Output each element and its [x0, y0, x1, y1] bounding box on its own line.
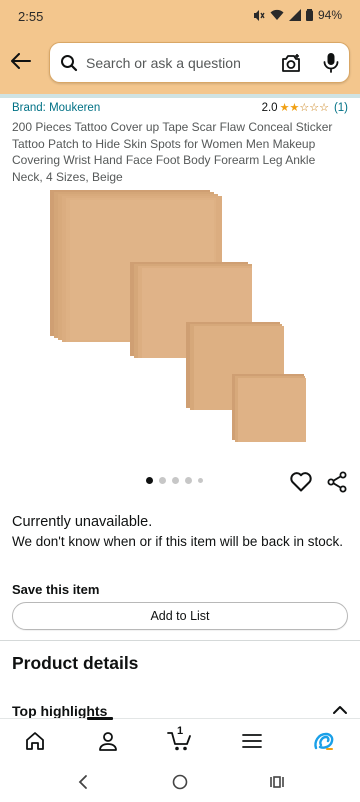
system-recents-icon	[270, 776, 284, 788]
add-to-list-button[interactable]: Add to List	[12, 602, 348, 630]
carousel-dot[interactable]	[172, 477, 179, 484]
nav-active-indicator	[87, 717, 113, 720]
status-icons: 94%	[252, 8, 342, 22]
search-input[interactable]: Search or ask a question	[86, 55, 241, 71]
heart-icon[interactable]	[289, 470, 313, 494]
home-icon	[26, 732, 44, 750]
nav-rufus[interactable]	[310, 727, 338, 755]
product-image[interactable]	[46, 186, 314, 448]
back-button[interactable]	[6, 46, 36, 76]
nav-account[interactable]	[94, 727, 122, 755]
star-icon: ★	[289, 101, 300, 114]
mute-icon	[253, 9, 265, 21]
search-icon	[61, 55, 78, 72]
bottom-navigation: 1	[0, 717, 360, 764]
status-time: 2:55	[18, 9, 44, 24]
system-navigation-bar	[0, 764, 360, 802]
camera-search-icon[interactable]	[280, 52, 302, 74]
rating-stars: ★ ★ ☆ ☆ ☆	[279, 101, 329, 114]
product-details-heading: Product details	[12, 653, 139, 673]
search-bar[interactable]: Search or ask a question	[49, 42, 350, 83]
back-arrow-icon	[11, 53, 31, 69]
battery-level: 94%	[317, 8, 342, 22]
wifi-icon	[270, 9, 284, 20]
nav-cart[interactable]: 1	[166, 725, 194, 755]
rufus-icon	[314, 732, 334, 750]
brand-link[interactable]: Brand: Moukeren	[12, 102, 100, 114]
carousel-dot[interactable]	[159, 477, 166, 484]
rating-value: 2.0	[261, 102, 278, 114]
signal-icon	[288, 9, 301, 21]
star-empty-icon: ☆	[319, 101, 329, 114]
share-icon[interactable]	[325, 470, 349, 494]
system-home-button[interactable]	[170, 772, 190, 792]
system-back-button[interactable]	[73, 772, 93, 792]
chevron-up-icon[interactable]	[332, 704, 348, 716]
menu-icon	[242, 734, 262, 748]
availability-message: We don't know when or if this item will …	[12, 534, 343, 549]
status-bar: 2:55 94%	[0, 0, 360, 34]
product-page: 2:55 94% Search or ask a question Brand:…	[0, 0, 360, 802]
app-header: 2:55 94% Search or ask a question	[0, 0, 360, 94]
system-recents-button[interactable]	[267, 772, 287, 792]
rating[interactable]: 2.0 ★ ★ ☆ ☆ ☆ (1)	[262, 102, 348, 114]
image-carousel-dots[interactable]	[146, 477, 203, 484]
account-icon	[99, 732, 117, 751]
system-back-icon	[78, 775, 87, 789]
product-title: 200 Pieces Tattoo Cover up Tape Scar Fla…	[12, 120, 333, 184]
save-item-title: Save this item	[12, 582, 100, 597]
carousel-dot[interactable]	[198, 478, 203, 483]
nav-menu[interactable]	[238, 727, 266, 755]
header-accent-strip	[0, 94, 360, 98]
microphone-icon[interactable]	[322, 52, 340, 74]
cart-count-badge: 1	[177, 725, 184, 737]
carousel-dot[interactable]	[185, 477, 192, 484]
rating-count[interactable]: (1)	[334, 102, 348, 114]
carousel-dot-active[interactable]	[146, 477, 153, 484]
star-empty-icon: ☆	[299, 101, 310, 114]
battery-icon	[305, 9, 313, 21]
brand-rating-row: Brand: Moukeren 2.0 ★ ★ ☆ ☆ ☆ (1)	[12, 101, 348, 118]
nav-home[interactable]	[21, 727, 49, 755]
availability-status: Currently unavailable.	[12, 514, 153, 530]
star-icon: ★	[279, 101, 290, 114]
section-divider	[0, 640, 360, 641]
system-home-icon	[172, 774, 188, 790]
star-empty-icon: ☆	[309, 101, 320, 114]
patch-stack-mini	[232, 374, 306, 442]
